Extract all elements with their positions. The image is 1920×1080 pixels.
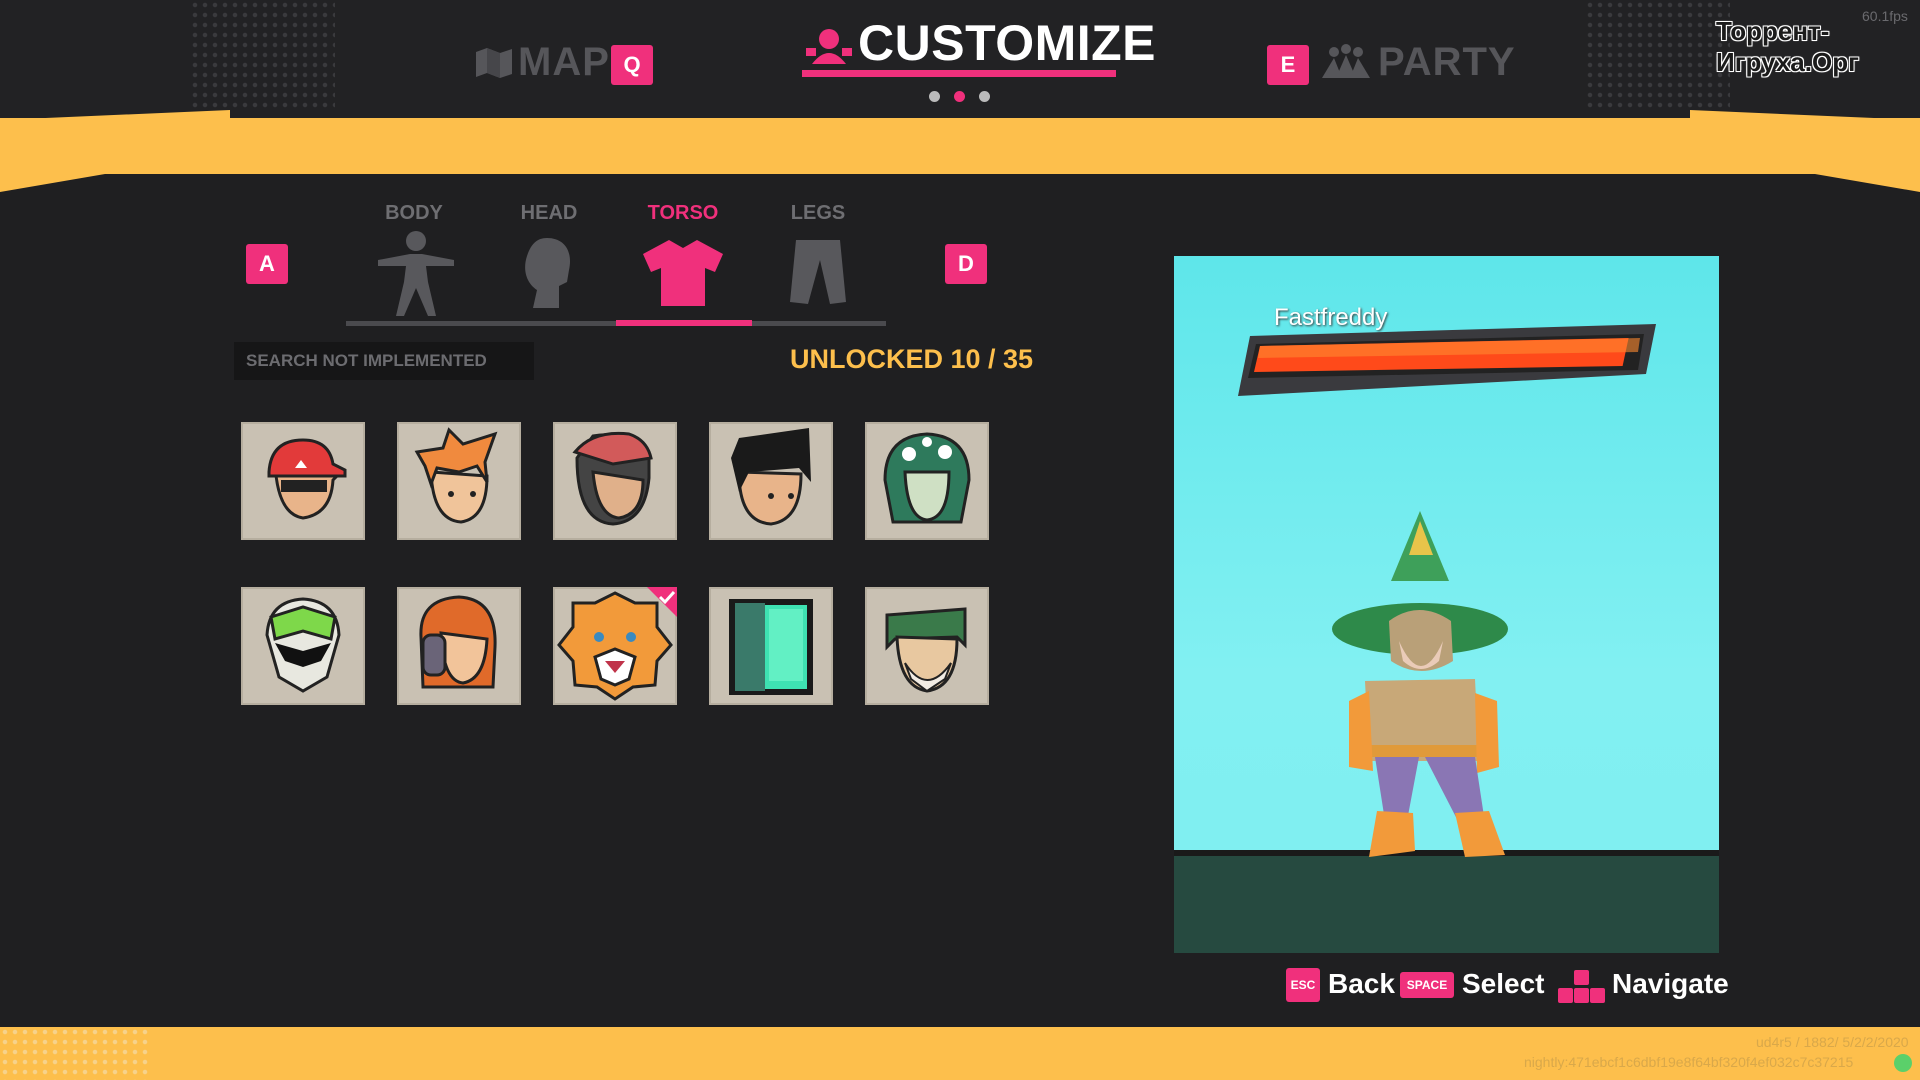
character-model bbox=[1332, 511, 1508, 857]
tab-torso[interactable]: TORSO bbox=[623, 202, 743, 318]
shirt-icon bbox=[643, 240, 723, 306]
bandana-head-icon bbox=[572, 431, 653, 526]
preview-ground bbox=[1174, 850, 1719, 953]
select-hint[interactable]: SPACE Select bbox=[1400, 966, 1545, 1006]
page-title: CUSTOMIZE bbox=[858, 15, 1157, 71]
navigate-hint: Navigate bbox=[1556, 966, 1729, 1006]
build-info-line2: nightly:471ebcf1c6dbf19e8f64bf320f4ef032… bbox=[1524, 1054, 1854, 1070]
item-door-costume[interactable] bbox=[709, 587, 833, 705]
door-costume-icon bbox=[729, 599, 813, 695]
selected-check-icon bbox=[647, 587, 677, 617]
mushroom-hood-icon bbox=[883, 432, 971, 524]
red-cap-head-icon bbox=[267, 438, 347, 520]
title-underline bbox=[802, 70, 1116, 77]
back-label: Back bbox=[1328, 968, 1395, 999]
head-icon bbox=[525, 238, 571, 308]
party-label: PARTY bbox=[1378, 40, 1516, 84]
tab-head[interactable]: HEAD bbox=[489, 202, 609, 318]
watermark-logo: Торрент-Игруха.Орг bbox=[1716, 16, 1859, 77]
item-green-mushroom-hood-head[interactable] bbox=[865, 422, 989, 540]
tab-torso-label: TORSO bbox=[647, 202, 719, 224]
tab-active-indicator bbox=[616, 320, 752, 326]
item-old-man-head[interactable] bbox=[865, 587, 989, 705]
tab-legs-label: LEGS bbox=[790, 202, 846, 224]
headphones-head-icon bbox=[419, 595, 497, 689]
customize-icon bbox=[806, 29, 852, 64]
body-icon bbox=[378, 231, 454, 316]
tab-body[interactable]: BODY bbox=[354, 202, 474, 318]
esc-key: ESC bbox=[1286, 968, 1320, 1002]
item-black-hair-head[interactable] bbox=[709, 422, 833, 540]
dot-pattern-left bbox=[190, 0, 335, 110]
item-green-visor-helmet[interactable] bbox=[241, 587, 365, 705]
tab-legs[interactable]: LEGS bbox=[758, 202, 878, 318]
player-name: Fastfreddy bbox=[1274, 304, 1388, 331]
footer-dot-pattern bbox=[0, 1027, 150, 1080]
prev-tab-key[interactable]: A bbox=[246, 244, 288, 284]
next-tab-key[interactable]: D bbox=[945, 244, 987, 284]
map-key-hint: Q bbox=[611, 45, 653, 85]
status-indicator-icon bbox=[1894, 1054, 1912, 1072]
item-orange-spiky-hair-head[interactable] bbox=[397, 422, 521, 540]
map-label: MAP bbox=[518, 40, 610, 84]
item-headphones-head[interactable] bbox=[397, 587, 521, 705]
character-preview: Fastfreddy bbox=[1174, 256, 1719, 953]
page-dot-2-active bbox=[954, 91, 965, 102]
tab-body-label: BODY bbox=[385, 202, 443, 224]
wasd-keys-icon bbox=[1558, 970, 1605, 1003]
build-info-line1: ud4r5 / 1882/ 5/2/2/2020 bbox=[1756, 1034, 1909, 1050]
page-dot-1 bbox=[929, 91, 940, 102]
dot-pattern-right bbox=[1585, 0, 1730, 110]
back-hint[interactable]: ESC Back bbox=[1286, 966, 1395, 1006]
select-label: Select bbox=[1462, 968, 1545, 999]
tab-head-label: HEAD bbox=[520, 202, 578, 224]
visor-helmet-icon bbox=[265, 597, 341, 693]
old-man-head-icon bbox=[885, 607, 967, 693]
unlocked-count: UNLOCKED 10 / 35 bbox=[790, 344, 1034, 374]
page-dot-3 bbox=[979, 91, 990, 102]
orange-spiky-hair-icon bbox=[414, 427, 498, 524]
map-icon bbox=[476, 48, 512, 78]
space-key: SPACE bbox=[1400, 972, 1454, 998]
black-hair-head-icon bbox=[731, 428, 811, 526]
item-red-cap-head[interactable] bbox=[241, 422, 365, 540]
header-band bbox=[0, 118, 1920, 174]
band-spike-right bbox=[1815, 174, 1920, 192]
band-spike-left bbox=[0, 174, 105, 192]
navigate-label: Navigate bbox=[1612, 968, 1729, 999]
pants-icon bbox=[790, 240, 846, 304]
item-tiger-head[interactable] bbox=[553, 587, 677, 705]
party-icon bbox=[1322, 44, 1370, 78]
search-input[interactable]: SEARCH NOT IMPLEMENTED bbox=[234, 342, 534, 380]
party-key-hint: E bbox=[1267, 45, 1309, 85]
item-bandana-head[interactable] bbox=[553, 422, 677, 540]
